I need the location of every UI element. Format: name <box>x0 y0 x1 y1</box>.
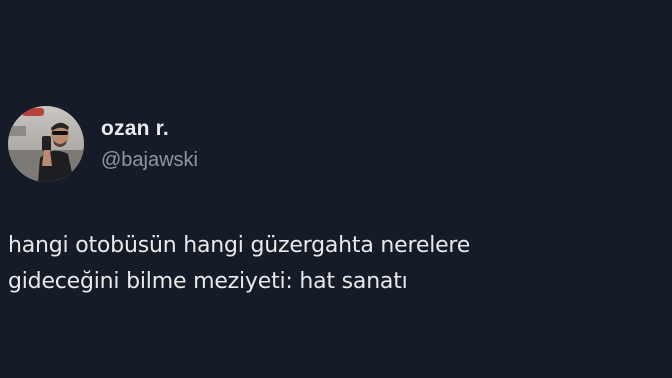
author-names: ozan r. @bajawski <box>101 117 198 172</box>
avatar-photo <box>8 106 84 182</box>
tweet-text: hangi otobüsün hangi güzergahta nerelere… <box>8 228 658 300</box>
tweet-text-line: gideceğini bilme meziyeti: hat sanatı <box>8 269 408 294</box>
tweet-text-line: hangi otobüsün hangi güzergahta nerelere <box>8 233 471 258</box>
user-handle[interactable]: @bajawski <box>101 148 198 172</box>
tweet-header: ozan r. @bajawski <box>8 106 198 182</box>
display-name[interactable]: ozan r. <box>101 117 198 141</box>
tweet-card: ozan r. @bajawski hangi otobüsün hangi g… <box>0 0 672 378</box>
avatar[interactable] <box>8 106 84 182</box>
